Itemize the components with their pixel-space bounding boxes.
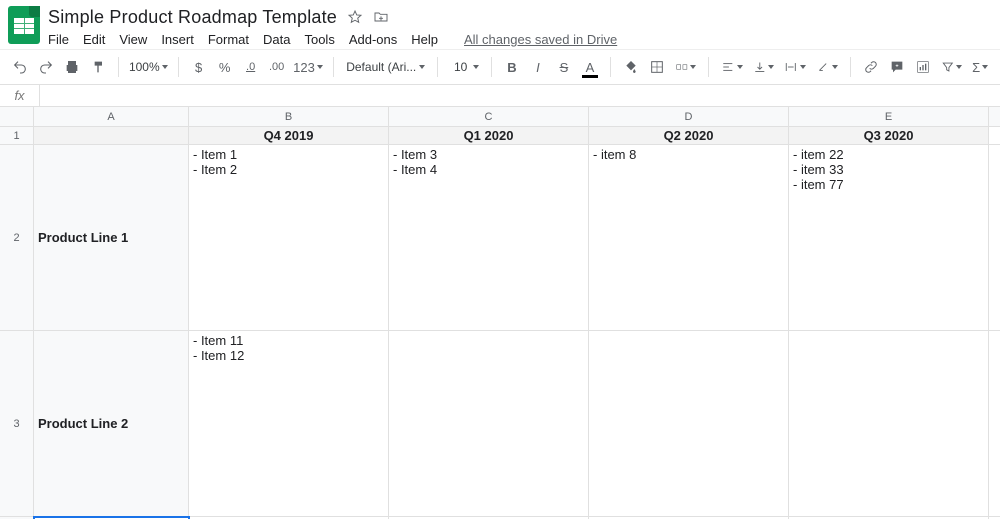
formula-bar: fx: [0, 85, 1000, 107]
google-sheets-window: Simple Product Roadmap Template File Edi…: [0, 0, 1000, 519]
cell-B2[interactable]: - Item 1 - Item 2: [189, 145, 389, 330]
separator: [333, 57, 334, 77]
menu-insert[interactable]: Insert: [161, 32, 194, 47]
separator: [118, 57, 119, 77]
functions-button[interactable]: Σ: [968, 55, 992, 79]
menu-addons[interactable]: Add-ons: [349, 32, 397, 47]
menu-file[interactable]: File: [48, 32, 69, 47]
formula-input[interactable]: [40, 85, 1000, 106]
title-zone: Simple Product Roadmap Template File Edi…: [48, 6, 617, 49]
column-header-C[interactable]: C: [389, 107, 589, 126]
menu-bar: File Edit View Insert Format Data Tools …: [48, 28, 617, 49]
strikethrough-button[interactable]: S: [552, 55, 576, 79]
column-header-E[interactable]: E: [789, 107, 989, 126]
separator: [178, 57, 179, 77]
separator: [850, 57, 851, 77]
merge-cells-button[interactable]: [671, 55, 701, 79]
sheets-logo-icon[interactable]: [8, 6, 40, 44]
fill-color-button[interactable]: [619, 55, 643, 79]
save-status[interactable]: All changes saved in Drive: [464, 32, 617, 47]
insert-chart-button[interactable]: [911, 55, 935, 79]
document-title[interactable]: Simple Product Roadmap Template: [48, 7, 337, 28]
separator: [437, 57, 438, 77]
cell-D2[interactable]: - item 8: [589, 145, 789, 330]
number-format-dropdown[interactable]: 123: [291, 55, 326, 79]
row-3: 3 Product Line 2 - Item 11 - Item 12: [0, 331, 1000, 517]
title-bar: Simple Product Roadmap Template File Edi…: [0, 0, 1000, 49]
insert-comment-button[interactable]: [885, 55, 909, 79]
menu-help[interactable]: Help: [411, 32, 438, 47]
row-2: 2 Product Line 1 - Item 1 - Item 2 - Ite…: [0, 145, 1000, 331]
title-row: Simple Product Roadmap Template: [48, 6, 617, 28]
select-all-corner[interactable]: [0, 107, 34, 126]
insert-link-button[interactable]: [859, 55, 883, 79]
grid-rows[interactable]: 1 Q4 2019 Q1 2020 Q2 2020 Q3 2020 2 Prod…: [0, 127, 1000, 519]
bold-button[interactable]: B: [500, 55, 524, 79]
cell-D3[interactable]: [589, 331, 789, 516]
menu-data[interactable]: Data: [263, 32, 290, 47]
italic-button[interactable]: I: [526, 55, 550, 79]
decrease-decimal-button[interactable]: .0: [239, 55, 263, 79]
column-header-D[interactable]: D: [589, 107, 789, 126]
separator: [491, 57, 492, 77]
cell-B1[interactable]: Q4 2019: [189, 127, 389, 144]
undo-button[interactable]: [8, 55, 32, 79]
fx-icon: fx: [0, 85, 40, 106]
text-wrap-button[interactable]: [780, 55, 810, 79]
redo-button[interactable]: [34, 55, 58, 79]
text-color-button[interactable]: A: [578, 55, 602, 79]
paint-format-button[interactable]: [86, 55, 110, 79]
column-header-A[interactable]: A: [34, 107, 189, 126]
toolbar: 100% $ % .0 .00 123 Default (Ari... 10 B…: [0, 49, 1000, 85]
column-header-B[interactable]: B: [189, 107, 389, 126]
horizontal-align-button[interactable]: [717, 55, 747, 79]
cell-D1[interactable]: Q2 2020: [589, 127, 789, 144]
filter-button[interactable]: [937, 55, 967, 79]
row-header-3[interactable]: 3: [0, 331, 34, 516]
text-rotation-button[interactable]: [812, 55, 842, 79]
percent-button[interactable]: %: [213, 55, 237, 79]
cell-A2[interactable]: Product Line 1: [34, 145, 189, 330]
row-header-2[interactable]: 2: [0, 145, 34, 330]
cell-C2[interactable]: - Item 3 - Item 4: [389, 145, 589, 330]
column-headers: A B C D E: [0, 107, 1000, 127]
cell-A3[interactable]: Product Line 2: [34, 331, 189, 516]
cell-E3[interactable]: [789, 331, 989, 516]
cell-E1[interactable]: Q3 2020: [789, 127, 989, 144]
separator: [610, 57, 611, 77]
menu-tools[interactable]: Tools: [304, 32, 334, 47]
star-icon[interactable]: [347, 9, 363, 25]
separator: [708, 57, 709, 77]
font-dropdown[interactable]: Default (Ari...: [342, 55, 429, 79]
font-size-dropdown[interactable]: 10: [446, 55, 483, 79]
menu-view[interactable]: View: [119, 32, 147, 47]
zoom-dropdown[interactable]: 100%: [127, 55, 170, 79]
cell-B3[interactable]: - Item 11 - Item 12: [189, 331, 389, 516]
cell-A1[interactable]: [34, 127, 189, 144]
cell-E2[interactable]: - item 22 - item 33 - item 77: [789, 145, 989, 330]
row-header-1[interactable]: 1: [0, 127, 34, 144]
move-folder-icon[interactable]: [373, 9, 389, 25]
cell-C1[interactable]: Q1 2020: [389, 127, 589, 144]
print-button[interactable]: [60, 55, 84, 79]
row-1: 1 Q4 2019 Q1 2020 Q2 2020 Q3 2020: [0, 127, 1000, 145]
vertical-align-button[interactable]: [749, 55, 779, 79]
cell-C3[interactable]: [389, 331, 589, 516]
spreadsheet-grid: A B C D E 1 Q4 2019 Q1 2020 Q2 2020 Q3 2…: [0, 107, 1000, 519]
borders-button[interactable]: [645, 55, 669, 79]
menu-format[interactable]: Format: [208, 32, 249, 47]
currency-button[interactable]: $: [187, 55, 211, 79]
increase-decimal-button[interactable]: .00: [265, 55, 289, 79]
menu-edit[interactable]: Edit: [83, 32, 105, 47]
